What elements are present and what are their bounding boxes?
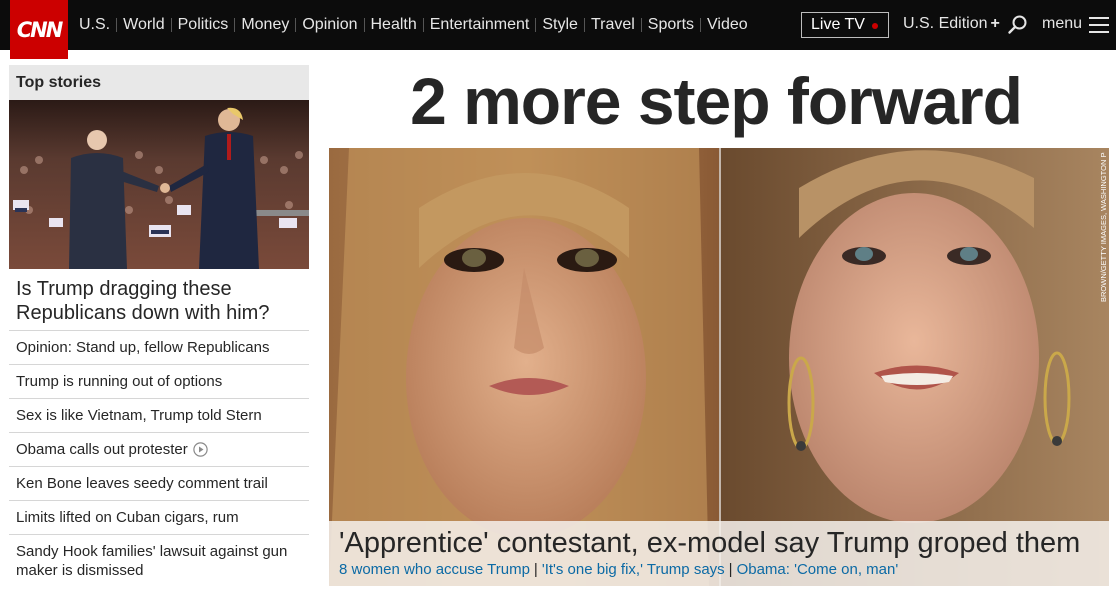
link-separator: | (728, 561, 733, 578)
lead-story-photo[interactable] (9, 100, 309, 269)
main-headline[interactable]: 2 more step forward (330, 68, 1102, 134)
hamburger-icon[interactable] (1089, 17, 1109, 33)
video-play-icon (193, 442, 208, 461)
story-link-text: Sandy Hook families' lawsuit against gun… (16, 543, 288, 579)
related-link[interactable]: 8 women who accuse Trump (339, 561, 530, 578)
nav-separator (583, 18, 585, 32)
top-stories-heading: Top stories (9, 65, 309, 100)
live-indicator-dot (872, 23, 878, 29)
logo-text: CNN (16, 17, 64, 42)
hero-caption-title[interactable]: 'Apprentice' contestant, ex-model say Tr… (339, 526, 1099, 560)
cnn-logo[interactable]: CNN (10, 0, 68, 59)
story-link-text: Ken Bone leaves seedy comment trail (16, 475, 268, 492)
nav-link-entertainment[interactable]: Entertainment (430, 16, 530, 34)
nav-link-opinion[interactable]: Opinion (302, 16, 357, 34)
story-link[interactable]: Opinion: Stand up, fellow Republicans (9, 331, 309, 365)
story-link[interactable]: Limits lifted on Cuban cigars, rum (9, 501, 309, 535)
nav-separator (363, 18, 365, 32)
story-link-text: Limits lifted on Cuban cigars, rum (16, 509, 239, 526)
top-stories-sidebar: Top stories Is Trump dragging these Repu… (9, 65, 309, 583)
photo-credit-text: BROWN/GETTY IMAGES, WASHINGTON POST (1099, 152, 1108, 302)
nav-separator (170, 18, 172, 32)
live-tv-label: Live TV (811, 16, 865, 33)
nav-link-health[interactable]: Health (371, 16, 417, 34)
link-separator: | (533, 561, 538, 578)
nav-separator (640, 18, 642, 32)
nav-separator (700, 18, 702, 32)
live-tv-button[interactable]: Live TV (801, 12, 889, 38)
story-link-text: Obama calls out protester (16, 441, 188, 458)
edition-selector[interactable]: U.S. Edition + (903, 15, 1000, 33)
nav-link-sports[interactable]: Sports (648, 16, 694, 34)
edition-label: U.S. Edition (903, 15, 988, 32)
nav-link-video[interactable]: Video (707, 16, 748, 34)
nav-separator (295, 18, 297, 32)
story-link[interactable]: Obama calls out protester (9, 433, 309, 467)
nav-link-politics[interactable]: Politics (178, 16, 229, 34)
nav-separator (422, 18, 424, 32)
nav-link-world[interactable]: World (123, 16, 165, 34)
story-link[interactable]: Ken Bone leaves seedy comment trail (9, 467, 309, 501)
nav-link-money[interactable]: Money (241, 16, 289, 34)
story-link-text: Opinion: Stand up, fellow Republicans (16, 339, 270, 356)
related-links: 8 women who accuse Trump | 'It's one big f… (339, 561, 1099, 578)
nav-link-travel[interactable]: Travel (591, 16, 635, 34)
nav-separator (116, 18, 118, 32)
hero-caption: 'Apprentice' contestant, ex-model say Tr… (329, 521, 1109, 586)
photo-credit: BROWN/GETTY IMAGES, WASHINGTON POST (1097, 137, 1109, 302)
menu-button[interactable]: menu (1042, 15, 1082, 33)
story-link[interactable]: Sex is like Vietnam, Trump told Stern (9, 399, 309, 433)
section-nav: U.S. World Politics Money Opinion Health… (79, 14, 748, 36)
related-link[interactable]: 'It's one big fix,' Trump says (542, 561, 725, 578)
story-link-text: Trump is running out of options (16, 373, 223, 390)
related-link[interactable]: Obama: 'Come on, man' (737, 561, 899, 578)
story-link[interactable]: Sandy Hook families' lawsuit against gun… (9, 535, 309, 583)
nav-separator (234, 18, 236, 32)
lead-story-headline[interactable]: Is Trump dragging these Republicans down… (9, 269, 309, 331)
top-nav: CNN U.S. World Politics Money Opinion He… (0, 0, 1116, 59)
nav-link-style[interactable]: Style (542, 16, 578, 34)
story-link-text: Sex is like Vietnam, Trump told Stern (16, 407, 262, 424)
nav-link-us[interactable]: U.S. (79, 16, 110, 34)
edition-plus-icon: + (990, 15, 1000, 32)
search-icon[interactable] (1007, 14, 1029, 36)
story-link[interactable]: Trump is running out of options (9, 365, 309, 399)
top-stories-list: Opinion: Stand up, fellow Republicans Tr… (9, 331, 309, 583)
nav-separator (535, 18, 537, 32)
